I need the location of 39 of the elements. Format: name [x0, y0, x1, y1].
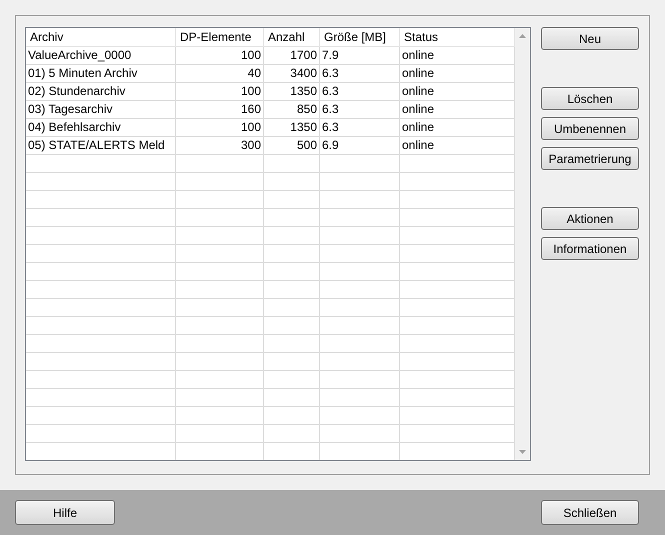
table-cell: 3400: [264, 65, 320, 82]
dialog-button[interactable]: Aktionen: [541, 207, 639, 230]
dialog-button[interactable]: Schließen: [541, 500, 639, 525]
dialog-button[interactable]: Neu: [541, 27, 639, 50]
dialog-button[interactable]: Parametrierung: [541, 147, 639, 170]
table-cell: 1350: [264, 83, 320, 100]
table-cell: 160: [176, 101, 264, 118]
table-cell: 100: [176, 83, 264, 100]
scroll-down-icon[interactable]: [519, 450, 526, 454]
table-cell: 6.3: [320, 101, 400, 118]
scrollbar[interactable]: [515, 28, 530, 460]
dialog-button[interactable]: Umbenennen: [541, 117, 639, 140]
column-header[interactable]: Archiv: [26, 28, 176, 46]
table-cell: 6.3: [320, 119, 400, 136]
table-cell: 7.9: [320, 47, 400, 64]
table-cell: 6.3: [320, 65, 400, 82]
dialog-button[interactable]: Hilfe: [15, 500, 115, 525]
table-cell: 6.9: [320, 137, 400, 154]
table-cell: ValueArchive_0000: [26, 47, 176, 64]
column-header[interactable]: DP-Elemente: [176, 28, 264, 46]
table-cell: 300: [176, 137, 264, 154]
table-cell: 40: [176, 65, 264, 82]
column-header[interactable]: Anzahl: [264, 28, 320, 46]
table-cell: 01) 5 Minuten Archiv: [26, 65, 176, 82]
column-header[interactable]: Größe [MB]: [320, 28, 400, 46]
table-cell: 1700: [264, 47, 320, 64]
dialog-button[interactable]: Informationen: [541, 237, 639, 260]
scroll-up-icon[interactable]: [519, 34, 526, 38]
table-cell: 03) Tagesarchiv: [26, 101, 176, 118]
table-cell: 100: [176, 119, 264, 136]
table-cell: 1350: [264, 119, 320, 136]
table-cell: 100: [176, 47, 264, 64]
table-cell: 04) Befehlsarchiv: [26, 119, 176, 136]
table-cell: 850: [264, 101, 320, 118]
table-cell: 6.3: [320, 83, 400, 100]
table-cell: 05) STATE/ALERTS Meld: [26, 137, 176, 154]
dialog-button[interactable]: Löschen: [541, 87, 639, 110]
table-cell: 02) Stundenarchiv: [26, 83, 176, 100]
table-cell: 500: [264, 137, 320, 154]
